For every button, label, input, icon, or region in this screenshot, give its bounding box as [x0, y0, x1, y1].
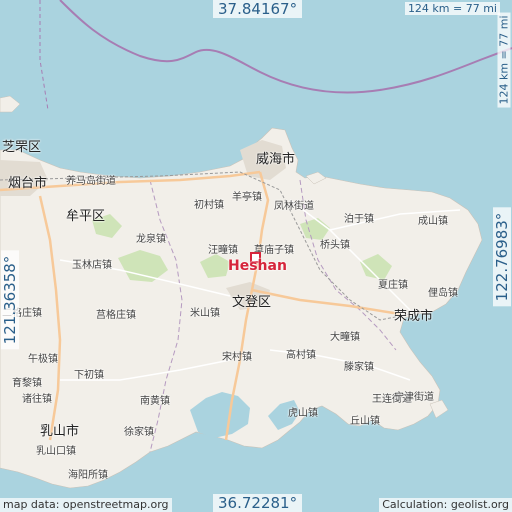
place-label: 宋村镇 — [222, 352, 252, 363]
place-label: 羊亭镇 — [232, 192, 262, 203]
place-label: 滕家镇 — [344, 362, 374, 373]
place-label: 俚岛镇 — [428, 288, 458, 299]
place-label: 汪疃镇 — [208, 245, 238, 256]
place-label: 玉林店镇 — [72, 260, 112, 271]
calculation-credit: Calculation: geolist.org — [379, 498, 512, 512]
place-label: 乳山口镇 — [36, 446, 76, 457]
place-label: 育黎镇 — [12, 378, 42, 389]
place-label: 诸往镇 — [22, 394, 52, 405]
place-label: 初村镇 — [194, 200, 224, 211]
place-label: 芝罘区 — [2, 140, 42, 155]
attribution-text: map data: openstreetmap.org — [0, 498, 172, 512]
place-label: 午极镇 — [28, 354, 58, 365]
place-label: 养马岛街道 — [66, 176, 116, 187]
place-label: 烟台市 — [8, 176, 48, 191]
place-label: 成山镇 — [418, 216, 448, 227]
place-label: 凤林街道 — [274, 201, 314, 212]
longitude-left-label: 121.36358° — [1, 250, 19, 350]
place-label: 龙泉镇 — [136, 234, 166, 245]
place-label: 高村镇 — [286, 350, 316, 361]
place-label: 南黄镇 — [140, 396, 170, 407]
place-label: 大疃镇 — [330, 332, 360, 343]
latitude-bottom-label: 36.72281° — [213, 494, 303, 512]
place-label: 夏庄镇 — [378, 280, 408, 291]
place-label: 牟平区 — [66, 209, 106, 224]
place-label: 威海市 — [256, 152, 296, 167]
place-label: 米山镇 — [190, 308, 220, 319]
place-label: 泊于镇 — [344, 214, 374, 225]
place-label: 徐家镇 — [124, 427, 154, 438]
longitude-right-label: 122.76983° — [493, 207, 511, 307]
place-label: 宁津街道 — [394, 392, 434, 403]
place-label: 丘山镇 — [350, 416, 380, 427]
latitude-top-label: 37.84167° — [213, 0, 303, 18]
scale-horizontal-label: 124 km = 77 mi — [404, 2, 500, 15]
scale-vertical-label: 124 km = 77 mi — [497, 12, 511, 108]
place-label: 莒格庄镇 — [96, 310, 136, 321]
place-label: 桥头镇 — [320, 240, 350, 251]
place-label: 乳山市 — [40, 424, 80, 439]
place-label: 下初镇 — [74, 370, 104, 381]
place-label: 虎山镇 — [288, 408, 318, 419]
place-label: 海阳所镇 — [68, 470, 108, 481]
focus-place-label: Heshan — [228, 258, 287, 274]
place-label: 文登区 — [232, 295, 272, 310]
place-label: 荣成市 — [394, 309, 434, 324]
